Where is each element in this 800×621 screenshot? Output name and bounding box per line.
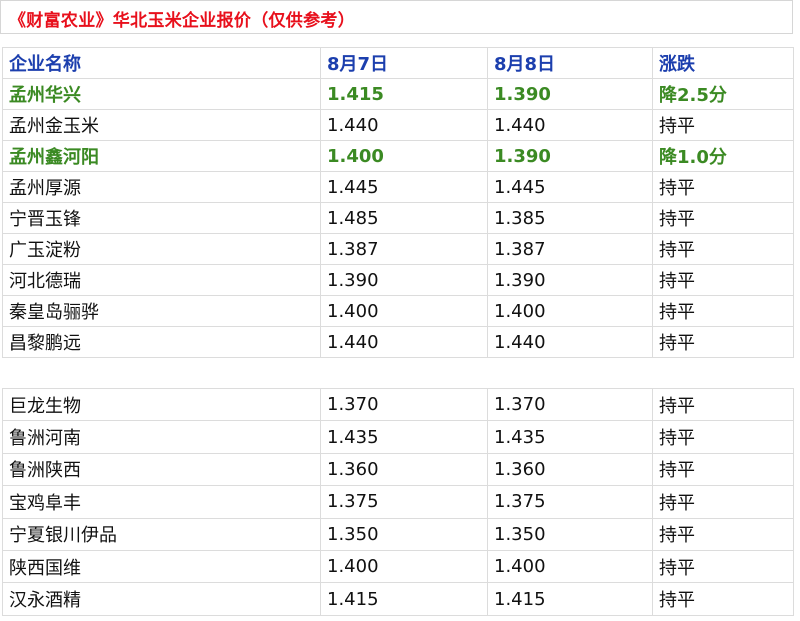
price-aug8: 1.385 xyxy=(487,202,653,234)
price-aug8: 1.390 xyxy=(487,78,653,110)
price-aug8: 1.400 xyxy=(487,295,653,327)
price-aug7: 1.445 xyxy=(320,171,488,203)
company-name: 河北德瑞 xyxy=(2,264,321,296)
table-row: 孟州厚源 1.445 1.445 持平 xyxy=(2,171,794,203)
table-row: 秦皇岛骊骅 1.400 1.400 持平 xyxy=(2,295,794,327)
price-aug8: 1.390 xyxy=(487,264,653,296)
company-name: 孟州厚源 xyxy=(2,171,321,203)
price-change: 持平 xyxy=(652,109,794,141)
price-aug7: 1.370 xyxy=(320,387,488,422)
price-aug8: 1.435 xyxy=(487,420,653,454)
company-name: 孟州金玉米 xyxy=(2,109,321,141)
price-aug7: 1.435 xyxy=(320,420,488,454)
price-aug7: 1.390 xyxy=(320,264,488,296)
price-change: 持平 xyxy=(652,582,794,616)
table-row: 宁晋玉锋 1.485 1.385 持平 xyxy=(2,202,794,234)
price-table-other: 巨龙生物 1.370 1.370 持平 鲁洲河南 1.435 1.435 持平 … xyxy=(2,387,794,616)
table-row: 鲁洲河南 1.435 1.435 持平 xyxy=(2,420,794,454)
price-aug7: 1.485 xyxy=(320,202,488,234)
price-change: 持平 xyxy=(652,326,794,358)
price-aug7: 1.415 xyxy=(320,582,488,616)
company-name: 宁夏银川伊品 xyxy=(2,517,321,551)
price-change: 降2.5分 xyxy=(652,78,794,110)
table-row: 鲁洲陕西 1.360 1.360 持平 xyxy=(2,452,794,487)
price-aug7: 1.350 xyxy=(320,517,488,551)
price-aug7: 1.415 xyxy=(320,78,488,110)
price-aug8: 1.390 xyxy=(487,140,653,172)
price-change: 持平 xyxy=(652,295,794,327)
price-table-north: 企业名称 8月7日 8月8日 涨跌 孟州华兴 1.415 1.390 降2.5分… xyxy=(2,47,794,358)
price-change: 持平 xyxy=(652,171,794,203)
price-aug8: 1.415 xyxy=(487,582,653,616)
table-row: 宁夏银川伊品 1.350 1.350 持平 xyxy=(2,517,794,551)
header-aug7: 8月7日 xyxy=(320,47,488,79)
header-change: 涨跌 xyxy=(652,47,794,79)
price-change: 持平 xyxy=(652,517,794,551)
company-name: 宁晋玉锋 xyxy=(2,202,321,234)
company-name: 陕西国维 xyxy=(2,549,321,584)
price-aug7: 1.375 xyxy=(320,485,488,519)
price-aug7: 1.440 xyxy=(320,326,488,358)
price-change: 持平 xyxy=(652,202,794,234)
header-company: 企业名称 xyxy=(2,47,321,79)
table-row: 孟州华兴 1.415 1.390 降2.5分 xyxy=(2,78,794,110)
price-aug8: 1.387 xyxy=(487,233,653,265)
table-row: 巨龙生物 1.370 1.370 持平 xyxy=(2,387,794,422)
header-aug8: 8月8日 xyxy=(487,47,653,79)
company-name: 鲁洲河南 xyxy=(2,420,321,454)
page-title: 《财富农业》华北玉米企业报价（仅供参考） xyxy=(9,11,355,31)
table-row: 汉永酒精 1.415 1.415 持平 xyxy=(2,582,794,616)
price-change: 持平 xyxy=(652,485,794,519)
price-aug8: 1.350 xyxy=(487,517,653,551)
price-aug8: 1.440 xyxy=(487,326,653,358)
price-aug7: 1.387 xyxy=(320,233,488,265)
table-row: 孟州鑫河阳 1.400 1.390 降1.0分 xyxy=(2,140,794,172)
price-aug8: 1.400 xyxy=(487,549,653,584)
table-row: 昌黎鹏远 1.440 1.440 持平 xyxy=(2,326,794,358)
price-aug8: 1.370 xyxy=(487,387,653,422)
table-row: 孟州金玉米 1.440 1.440 持平 xyxy=(2,109,794,141)
table-row: 陕西国维 1.400 1.400 持平 xyxy=(2,549,794,584)
table-row: 广玉淀粉 1.387 1.387 持平 xyxy=(2,233,794,265)
company-name: 昌黎鹏远 xyxy=(2,326,321,358)
price-change: 持平 xyxy=(652,420,794,454)
title-box: 《财富农业》华北玉米企业报价（仅供参考） xyxy=(0,0,793,34)
table-header-row: 企业名称 8月7日 8月8日 涨跌 xyxy=(2,47,794,79)
price-change: 持平 xyxy=(652,452,794,487)
table-row: 河北德瑞 1.390 1.390 持平 xyxy=(2,264,794,296)
price-aug8: 1.445 xyxy=(487,171,653,203)
price-change: 持平 xyxy=(652,387,794,422)
company-name: 秦皇岛骊骅 xyxy=(2,295,321,327)
price-aug7: 1.400 xyxy=(320,140,488,172)
company-name: 孟州华兴 xyxy=(2,78,321,110)
company-name: 巨龙生物 xyxy=(2,387,321,422)
price-change: 持平 xyxy=(652,264,794,296)
table-row: 宝鸡阜丰 1.375 1.375 持平 xyxy=(2,485,794,519)
price-change: 持平 xyxy=(652,549,794,584)
price-aug7: 1.400 xyxy=(320,295,488,327)
price-aug8: 1.360 xyxy=(487,452,653,487)
company-name: 孟州鑫河阳 xyxy=(2,140,321,172)
price-aug7: 1.440 xyxy=(320,109,488,141)
company-name: 广玉淀粉 xyxy=(2,233,321,265)
price-aug7: 1.400 xyxy=(320,549,488,584)
price-aug8: 1.375 xyxy=(487,485,653,519)
company-name: 宝鸡阜丰 xyxy=(2,485,321,519)
price-change: 持平 xyxy=(652,233,794,265)
price-aug8: 1.440 xyxy=(487,109,653,141)
price-aug7: 1.360 xyxy=(320,452,488,487)
company-name: 鲁洲陕西 xyxy=(2,452,321,487)
company-name: 汉永酒精 xyxy=(2,582,321,616)
price-change: 降1.0分 xyxy=(652,140,794,172)
